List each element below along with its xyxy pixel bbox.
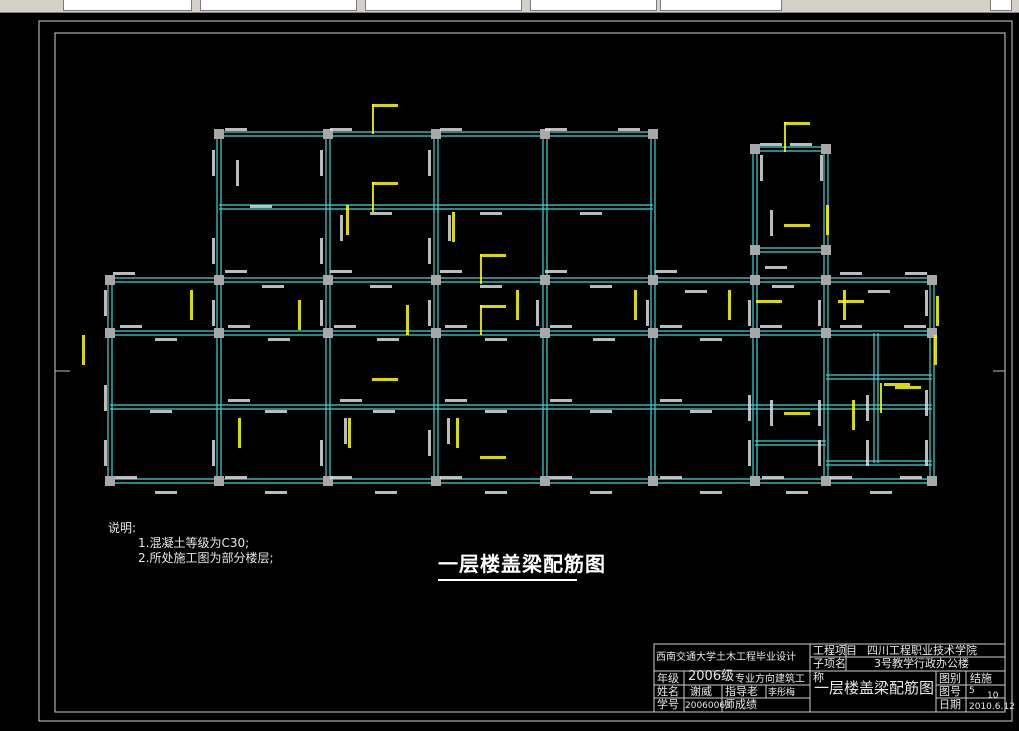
- tb-subitem-value: 3号教学行政办公楼: [874, 657, 969, 670]
- title-block-lines: [653, 643, 1006, 713]
- tb-category-label: 图别: [939, 672, 961, 685]
- tb-subitem-label: 子项名: [813, 657, 846, 670]
- tb-number-label: 图号: [939, 685, 961, 698]
- tb-teacher-label: 师成绩: [724, 698, 757, 711]
- tb-project-label: 工程项目: [813, 644, 857, 657]
- tb-date-label: 日期: [939, 698, 961, 711]
- tb-student-name: 谢威: [690, 685, 712, 698]
- tb-advisor-name: 李彤梅: [768, 688, 796, 698]
- tb-grade-label: 年级: [657, 672, 679, 685]
- tb-grade-value: 2006级: [688, 669, 735, 684]
- tb-id-label: 学号: [657, 698, 679, 711]
- tb-date-value: 2010.6.12: [969, 702, 1015, 712]
- tb-school: 西南交通大学土木工程毕业设计: [656, 652, 796, 663]
- tb-category-value: 结施: [970, 672, 992, 685]
- tb-advisor-label: 指导老: [725, 685, 758, 698]
- tb-student-label: 姓名: [657, 685, 679, 698]
- tb-project-value: 四川工程职业技术学院: [867, 644, 977, 657]
- tb-drawing-name: 一层楼盖梁配筋图: [814, 679, 935, 697]
- tb-number-value: 5: [969, 686, 975, 696]
